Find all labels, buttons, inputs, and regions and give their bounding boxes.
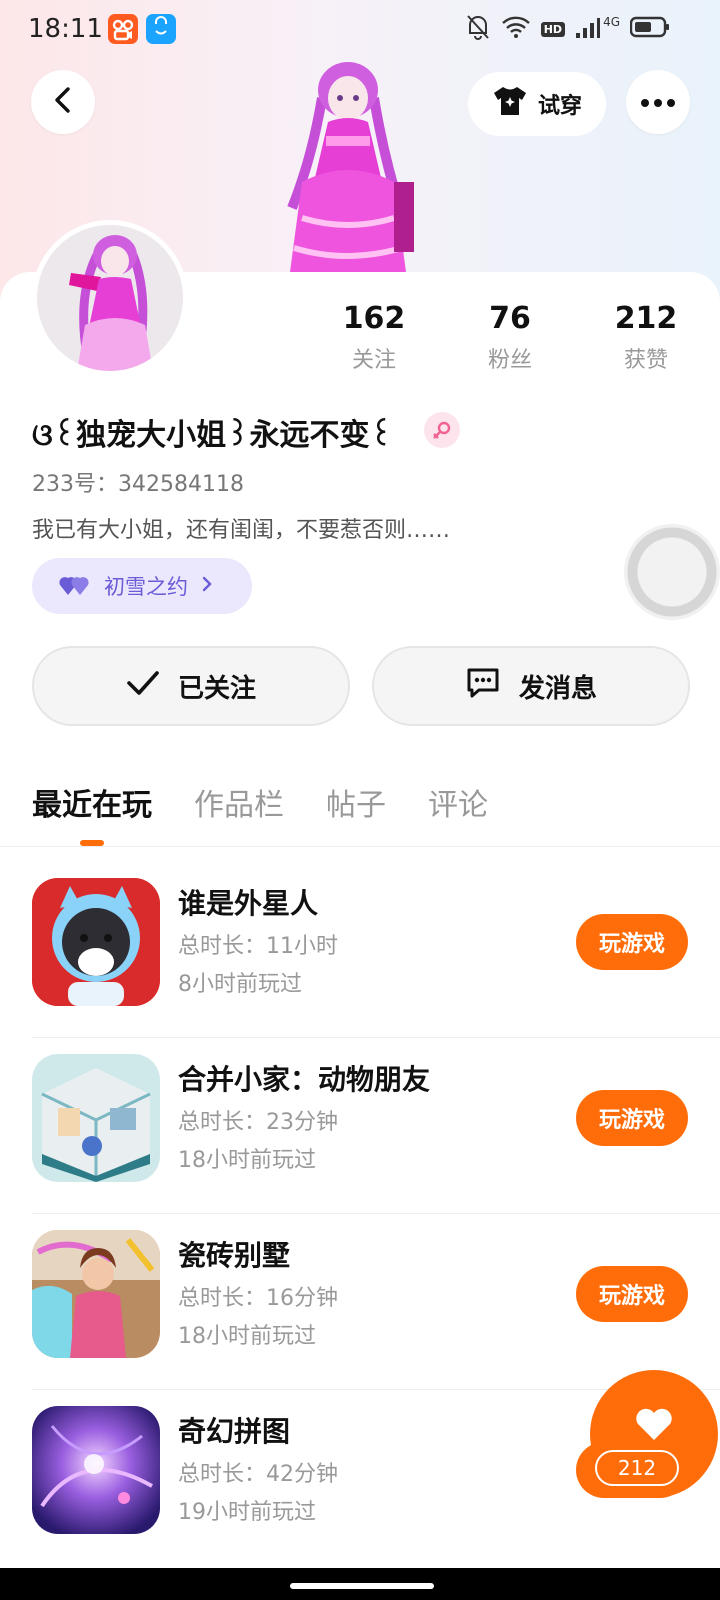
avatar[interactable] (32, 220, 188, 376)
stat-label: 粉丝 (487, 348, 532, 373)
play-game-button[interactable]: 玩游戏 (576, 914, 688, 970)
game-icon (32, 1230, 160, 1358)
stat-value: 76 (489, 301, 531, 336)
game-title: 奇幻拼图 (178, 1415, 291, 1448)
list-item[interactable]: 合并小家：动物朋友 总时长：23分钟 18小时前玩过 玩游戏 (0, 1038, 720, 1214)
checkmark-icon (126, 669, 160, 704)
list-item[interactable]: 瓷砖别墅 总时长：16分钟 18小时前玩过 玩游戏 (0, 1214, 720, 1390)
profile-tabs: 最近在玩 作品栏 帖子 评论 (32, 780, 488, 824)
relationship-tag[interactable]: 初雪之约 (32, 558, 252, 614)
shopping-bag-app-icon (146, 14, 176, 44)
floating-assistive-button[interactable] (624, 524, 720, 620)
chat-bubble-icon (465, 666, 501, 707)
profile-stats: 162 关注 76 粉丝 212 获赞 (306, 298, 716, 374)
send-message-button[interactable]: 发消息 (372, 646, 690, 726)
like-count: 212 (595, 1450, 679, 1486)
mute-bell-icon (465, 13, 491, 45)
game-title: 瓷砖别墅 (178, 1239, 291, 1272)
tab-posts[interactable]: 帖子 (326, 780, 386, 824)
game-title: 合并小家：动物朋友 (178, 1063, 431, 1096)
following-label: 已关注 (177, 673, 256, 704)
chevron-left-icon (51, 85, 75, 119)
game-last-played: 18小时前玩过 (178, 1324, 316, 1349)
banner-avatar-figure (262, 58, 432, 272)
tab-comments[interactable]: 评论 (428, 780, 488, 824)
game-title: 谁是外星人 (178, 887, 319, 920)
send-message-label: 发消息 (518, 673, 597, 704)
stat-likes[interactable]: 212 获赞 (578, 298, 714, 374)
status-bar: 18:11 HD 4G (0, 0, 720, 60)
play-game-button[interactable]: 玩游戏 (576, 1266, 688, 1322)
tab-recently-played[interactable]: 最近在玩 (32, 780, 152, 824)
kuaishou-app-icon (108, 14, 138, 44)
stat-label: 关注 (351, 348, 396, 373)
game-duration: 总时长：23分钟 (178, 1110, 338, 1135)
game-last-played: 19小时前玩过 (178, 1500, 316, 1525)
female-gender-icon (424, 412, 460, 448)
list-item[interactable]: 谁是外星人 总时长：11小时 8小时前玩过 玩游戏 (0, 862, 720, 1038)
try-on-label: 试穿 (537, 94, 582, 119)
game-last-played: 18小时前玩过 (178, 1148, 316, 1173)
wifi-icon (501, 15, 531, 43)
home-gesture-handle[interactable] (290, 1583, 434, 1589)
tshirt-icon (492, 85, 528, 123)
tab-works[interactable]: 作品栏 (194, 780, 284, 824)
status-time: 18:11 (28, 14, 103, 44)
signal-icon (575, 15, 601, 43)
try-on-button[interactable]: 试穿 (468, 72, 606, 136)
game-duration: 总时长：11小时 (178, 934, 338, 959)
bio: 我已有大小姐，还有闺闺，不要惹否则…… (32, 518, 451, 543)
game-duration: 总时长：42分钟 (178, 1462, 338, 1487)
play-game-button[interactable]: 玩游戏 (576, 1090, 688, 1146)
stat-label: 获赞 (623, 348, 668, 373)
hd-badge: HD (540, 21, 566, 37)
stat-following[interactable]: 162 关注 (306, 298, 442, 374)
stat-value: 212 (614, 301, 678, 336)
divider (0, 846, 720, 847)
battery-icon (629, 16, 670, 42)
more-button[interactable] (626, 70, 690, 134)
game-last-played: 8小时前玩过 (178, 972, 302, 997)
following-button[interactable]: 已关注 (32, 646, 350, 726)
network-type-label: 4G (603, 15, 620, 29)
heart-icon (634, 1406, 674, 1446)
back-button[interactable] (31, 70, 95, 134)
double-heart-icon (58, 571, 92, 602)
game-icon (32, 1054, 160, 1182)
stat-followers[interactable]: 76 粉丝 (442, 298, 578, 374)
chevron-right-icon (200, 574, 214, 599)
nickname: ଓ꒰独宠大小姐꒱永远不变꒰ (32, 418, 393, 453)
game-icon (32, 878, 160, 1006)
stat-value: 162 (342, 301, 406, 336)
more-dots-icon (640, 93, 676, 112)
game-icon (32, 1406, 160, 1534)
game-duration: 总时长：16分钟 (178, 1286, 338, 1311)
relationship-tag-label: 初雪之约 (104, 575, 188, 599)
user-id: 233号：342584118 (32, 472, 244, 497)
